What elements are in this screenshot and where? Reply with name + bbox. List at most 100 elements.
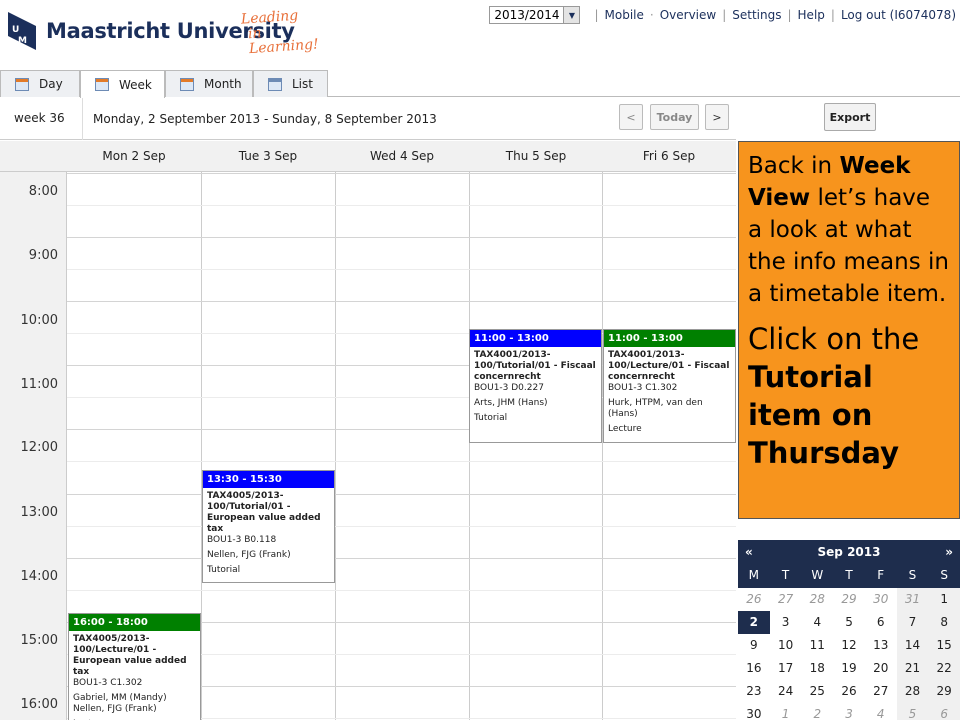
mini-calendar-day[interactable]: 27 (770, 588, 802, 611)
grid-line (67, 237, 736, 238)
mini-calendar-day[interactable]: 4 (801, 611, 833, 634)
mini-calendar-day[interactable]: 6 (865, 611, 897, 634)
mini-calendar-day[interactable]: 30 (865, 588, 897, 611)
mini-calendar-day[interactable]: 2 (801, 703, 833, 720)
mini-calendar-week: 30 1 2 3 4 5 6 (738, 703, 960, 720)
settings-link[interactable]: Settings (732, 8, 781, 22)
today-button[interactable]: Today (650, 104, 699, 130)
time-grid[interactable]: 13:30 - 15:30 TAX4005/2013-100/Tutorial/… (67, 172, 736, 720)
next-month-button[interactable]: » (945, 545, 953, 559)
mini-calendar-day[interactable]: 4 (865, 703, 897, 720)
grid-line (67, 301, 736, 302)
tab-week[interactable]: Week (80, 70, 165, 98)
event-fri-lecture[interactable]: 11:00 - 13:00 TAX4001/2013-100/Lecture/0… (603, 329, 736, 443)
day-divider (201, 172, 202, 720)
mini-calendar-day[interactable]: 18 (801, 657, 833, 680)
tab-list[interactable]: List (253, 70, 328, 97)
mini-calendar-day[interactable]: 27 (865, 680, 897, 703)
mini-calendar-day[interactable]: 5 (833, 611, 865, 634)
academic-year-select[interactable]: 2013/2014 ▼ (489, 6, 581, 24)
event-room: BOU1-3 C1.302 (73, 678, 143, 688)
mini-calendar-day[interactable]: 26 (738, 588, 770, 611)
event-staff: Arts, JHM (Hans) (474, 398, 548, 408)
mini-calendar-day[interactable]: 28 (896, 680, 929, 703)
mini-calendar-day[interactable]: 5 (896, 703, 929, 720)
mini-calendar-day[interactable]: 3 (770, 611, 802, 634)
mini-calendar-day[interactable]: 14 (896, 634, 929, 657)
event-mon-lecture[interactable]: 16:00 - 18:00 TAX4005/2013-100/Lecture/0… (68, 613, 201, 720)
tab-day[interactable]: Day (0, 70, 80, 97)
hour-label: 15:00 (20, 633, 58, 648)
hour-label: 14:00 (20, 569, 58, 584)
weekday-label: T (845, 568, 853, 582)
event-course: TAX4005/2013-100/Lecture/01 - European v… (73, 634, 187, 677)
tab-month[interactable]: Month (165, 70, 253, 97)
callout-text-1: Back in Week View let’s have a look at w… (748, 153, 949, 307)
mini-calendar-day[interactable]: 15 (928, 634, 960, 657)
mini-calendar-day[interactable]: 7 (896, 611, 929, 634)
mini-calendar-day[interactable]: 1 (928, 588, 960, 611)
logout-link[interactable]: Log out (I6074078) (841, 8, 956, 22)
mini-calendar-day[interactable]: 24 (770, 680, 802, 703)
mini-calendar-day[interactable]: 13 (865, 634, 897, 657)
grid-line (67, 526, 736, 527)
mini-calendar-day[interactable]: 1 (770, 703, 802, 720)
mini-calendar-day[interactable]: 22 (928, 657, 960, 680)
event-thu-tutorial[interactable]: 11:00 - 13:00 TAX4001/2013-100/Tutorial/… (469, 329, 602, 443)
grid-line (67, 173, 736, 174)
weekday-label: F (877, 568, 885, 582)
day-header: Fri 6 Sep (642, 149, 696, 163)
weekday-label: M (748, 568, 760, 582)
mini-calendar-day[interactable]: 3 (833, 703, 865, 720)
week-calendar: Mon 2 Sep Tue 3 Sep Wed 4 Sep Thu 5 Sep … (0, 141, 736, 720)
event-room: BOU1-3 D0.227 (474, 383, 544, 393)
mini-calendar-day[interactable]: 8 (928, 611, 960, 634)
mini-calendar-day[interactable]: 30 (738, 703, 770, 720)
mini-calendar-day[interactable]: 6 (928, 703, 960, 720)
mobile-link[interactable]: Mobile (605, 8, 644, 22)
mini-calendar-day[interactable]: 23 (738, 680, 770, 703)
prev-month-button[interactable]: « (745, 545, 753, 559)
mini-calendar-header: « Sep 2013 » (738, 540, 960, 564)
grid-line (67, 461, 736, 462)
day-header: Mon 2 Sep (102, 149, 166, 163)
help-link[interactable]: Help (798, 8, 825, 22)
overview-link[interactable]: Overview (660, 8, 717, 22)
hour-label: 13:00 (20, 505, 58, 520)
mini-calendar-title: Sep 2013 (817, 545, 881, 559)
mini-calendar-day[interactable]: 29 (833, 588, 865, 611)
mini-calendar-day[interactable]: 20 (865, 657, 897, 680)
hour-label: 10:00 (20, 313, 58, 328)
mini-calendar-day[interactable]: 28 (801, 588, 833, 611)
mini-calendar-day[interactable]: 26 (833, 680, 865, 703)
callout-text-2: Click on the Tutorial item on Thursday (748, 322, 920, 470)
mini-calendar-day[interactable]: 2 (738, 611, 770, 634)
mini-calendar-day[interactable]: 25 (801, 680, 833, 703)
chevron-down-icon: ▼ (563, 7, 580, 23)
mini-calendar-day[interactable]: 17 (770, 657, 802, 680)
mini-calendar-day[interactable]: 11 (801, 634, 833, 657)
mini-calendar-day[interactable]: 10 (770, 634, 802, 657)
event-staff: Nellen, FJG (Frank) (207, 550, 291, 560)
export-button[interactable]: Export (824, 103, 876, 131)
mini-calendar-day[interactable]: 29 (928, 680, 960, 703)
mini-calendar-day[interactable]: 12 (833, 634, 865, 657)
day-header: Wed 4 Sep (369, 149, 435, 163)
mini-calendar-day[interactable]: 19 (833, 657, 865, 680)
weekday-label: S (908, 568, 917, 582)
mini-calendar-day[interactable]: 16 (738, 657, 770, 680)
day-divider (602, 172, 603, 720)
mini-calendar-week: 16 17 18 19 20 21 22 (738, 657, 960, 680)
next-week-button[interactable]: > (705, 104, 729, 130)
event-room: BOU1-3 B0.118 (207, 535, 277, 545)
event-tue-tutorial[interactable]: 13:30 - 15:30 TAX4005/2013-100/Tutorial/… (202, 470, 335, 583)
prev-week-button[interactable]: < (619, 104, 643, 130)
university-logo[interactable]: U M Maastricht University Leading in Lea… (8, 8, 319, 57)
mini-calendar-day[interactable]: 21 (896, 657, 929, 680)
event-type: Lecture (608, 424, 642, 434)
mini-calendar-day[interactable]: 31 (896, 588, 929, 611)
mini-calendar-day[interactable]: 9 (738, 634, 770, 657)
hour-label: 9:00 (28, 248, 58, 263)
top-links: 2013/2014 ▼ | Mobile · Overview | Settin… (489, 6, 956, 24)
weekday-label: T (781, 568, 790, 582)
